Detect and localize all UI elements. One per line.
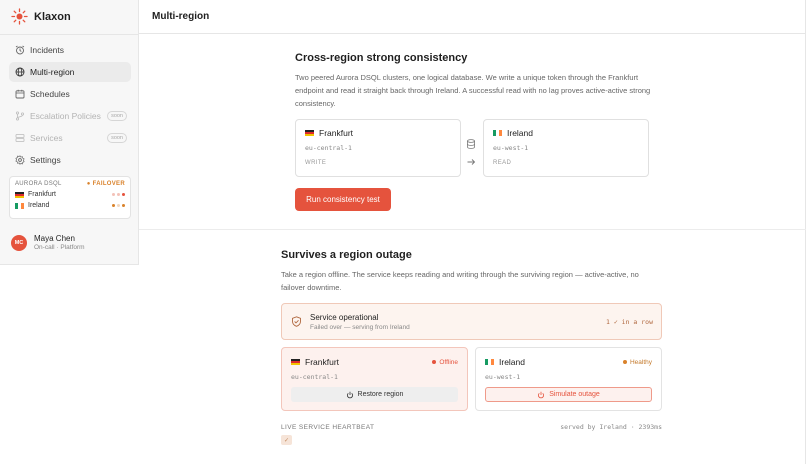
heartbeat-row: LIVE SERVICE HEARTBEAT served by Ireland… [281,423,662,431]
region-role: WRITE [305,160,327,166]
sidebar-item-settings[interactable]: Settings [9,150,131,170]
power-icon [346,391,353,398]
sidebar-item-services: Services soon [9,128,131,148]
region-name: Ireland [507,128,533,138]
heartbeat-tick: ✓ [281,435,292,445]
status-title: Service operational [310,312,379,322]
region-code: eu-west-1 [493,144,529,152]
outage-section: Survives a region outage Take a region o… [281,249,662,445]
branch-icon [15,111,25,121]
status-label: Healthy [629,358,652,366]
region-signal-dots [112,204,125,207]
app-name: Klaxon [34,10,71,23]
success-streak: 1 ✓ in a row [606,317,653,326]
page-title: Multi-region [152,11,210,22]
power-icon [538,391,545,398]
sidebar-item-label: Incidents [30,45,65,55]
replication-indicator [466,136,478,172]
simulate-outage-button[interactable]: Simulate outage [485,387,652,402]
region-role: READ [493,160,512,166]
sidebar-item-label: Multi-region [30,67,75,77]
ie-flag-icon [493,130,502,136]
sidebar-item-label: Schedules [30,89,70,99]
sidebar-item-label: Services [30,133,63,143]
restore-region-button[interactable]: Restore region [291,387,458,402]
aurora-dsql-status-card: AURORA DSQL ● FAILOVER Frankfurt Ireland [9,176,131,219]
status-label: Offline [439,358,458,366]
klaxon-logo-icon [11,8,28,25]
db-region-name: Ireland [28,202,50,209]
failover-badge: ● FAILOVER [86,181,125,187]
sidebar-item-label: Escalation Policies [30,111,101,121]
simulate-outage-label: Simulate outage [549,391,600,398]
db-region-row: Ireland [15,202,125,209]
server-icon [15,134,25,142]
sidebar-item-multi-region[interactable]: Multi-region [9,62,131,82]
read-region-card: Ireland eu-west-1 READ [483,119,649,177]
alarm-clock-icon [15,45,25,55]
database-icon [467,139,475,149]
de-flag-icon [15,191,24,198]
sidebar-item-label: Settings [30,155,61,165]
sidebar-divider [0,34,139,35]
consistency-section: Cross-region strong consistency Two peer… [295,52,665,211]
failover-label: FAILOVER [92,181,125,187]
region-signal-dots [112,193,125,196]
sidebar-item-schedules[interactable]: Schedules [9,84,131,104]
outage-title: Survives a region outage [281,249,412,261]
ie-flag-icon [485,359,494,365]
served-by-text: served by Ireland · 2393ms [560,423,662,431]
region-code: eu-central-1 [291,373,338,381]
ireland-outage-card: Ireland Healthy eu-west-1 Simulate outag… [475,347,662,411]
run-consistency-test-button[interactable]: Run consistency test [295,188,391,211]
sidebar-nav: Incidents Multi-region Schedules Escalat… [9,40,131,172]
soon-badge: soon [107,133,127,143]
gear-icon [15,155,25,165]
sidebar: Klaxon Incidents Multi-region Schedules … [0,0,139,265]
calendar-icon [15,89,25,99]
page-header: Multi-region [139,0,806,34]
status-badge: Offline [432,359,458,366]
de-flag-icon [305,130,314,136]
service-status-card: Service operational Failed over — servin… [281,303,662,340]
globe-icon [15,67,25,77]
user-name: Maya Chen [34,234,75,243]
region-code: eu-west-1 [485,373,521,381]
db-region-row: Frankfurt [15,191,125,198]
sidebar-item-incidents[interactable]: Incidents [9,40,131,60]
frankfurt-outage-card: Frankfurt Offline eu-central-1 Restore r… [281,347,468,411]
avatar: MC [11,234,27,251]
shield-check-icon [292,316,301,327]
section-divider [139,229,806,230]
db-region-name: Frankfurt [28,191,57,198]
consistency-title: Cross-region strong consistency [295,52,468,64]
outage-description: Take a region offline. The service keeps… [281,270,639,292]
region-name: Ireland [499,357,525,367]
ie-flag-icon [15,202,24,209]
user-profile[interactable]: MC Maya Chen On-call · Platform [11,234,85,251]
consistency-description: Two peered Aurora DSQL clusters, one log… [295,73,651,108]
region-name: Frankfurt [305,357,340,367]
user-role: On-call · Platform [34,244,85,251]
brand[interactable]: Klaxon [11,8,71,25]
status-subtitle: Failed over — serving from Ireland [310,323,410,331]
restore-region-label: Restore region [357,391,404,398]
region-name: Frankfurt [319,128,354,138]
status-badge: Healthy [622,358,652,366]
heartbeat-label: LIVE SERVICE HEARTBEAT [281,423,375,431]
write-region-card: Frankfurt eu-central-1 WRITE [295,119,461,177]
db-card-title: AURORA DSQL [15,181,62,187]
sidebar-item-escalation-policies: Escalation Policies soon [9,106,131,126]
arrow-right-icon [467,159,476,165]
soon-badge: soon [107,111,127,121]
de-flag-icon [291,359,300,365]
region-code: eu-central-1 [305,144,352,152]
